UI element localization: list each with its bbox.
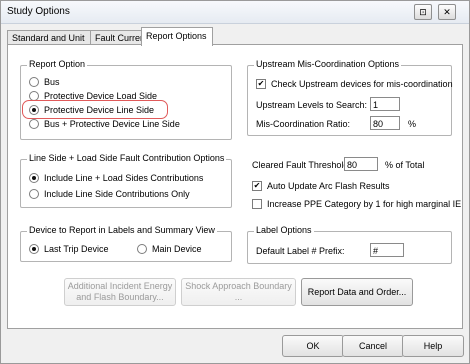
radio-label: Include Line Side Contributions Only (44, 189, 190, 199)
checkbox-indicator[interactable]: ✔ (252, 181, 262, 191)
radio-label: Bus (44, 77, 60, 87)
radio-label: Bus + Protective Device Line Side (44, 119, 180, 129)
report-option-legend: Report Option (27, 59, 88, 69)
report-options-panel: Report Option Bus Protective Device Load… (7, 44, 463, 329)
radio-bus[interactable]: Bus (29, 76, 60, 88)
device-report-legend: Device to Report in Labels and Summary V… (27, 225, 217, 235)
label-options-legend: Label Options (254, 225, 314, 235)
upstream-levels-label: Upstream Levels to Search: (256, 100, 368, 110)
radio-line-side-only[interactable]: Include Line Side Contributions Only (29, 188, 190, 200)
checkbox-label: Increase PPE Category by 1 for high marg… (267, 199, 462, 209)
fault-threshold-unit: % of Total (385, 160, 425, 170)
upstream-group: Upstream Mis-Coordination Options ✔ Chec… (247, 59, 453, 136)
radio-indicator[interactable] (29, 77, 39, 87)
radio-indicator[interactable] (29, 189, 39, 199)
label-options-group: Label Options Default Label # Prefix: # (247, 225, 452, 264)
report-data-and-order-button[interactable]: Report Data and Order... (301, 278, 413, 306)
fault-threshold-label: Cleared Fault Threshold: (252, 160, 351, 170)
checkbox-label: Auto Update Arc Flash Results (267, 181, 390, 191)
label-prefix-label: Default Label # Prefix: (256, 246, 345, 256)
radio-indicator[interactable] (29, 244, 39, 254)
help-icon[interactable]: ⊡ (414, 4, 432, 20)
radio-main-device[interactable]: Main Device (137, 243, 202, 255)
radio-indicator[interactable] (137, 244, 147, 254)
fault-threshold-input[interactable]: 80 (344, 157, 378, 171)
auto-update-checkbox[interactable]: ✔ Auto Update Arc Flash Results (252, 180, 390, 192)
additional-incident-energy-button[interactable]: Additional Incident Energy and Flash Bou… (64, 278, 176, 306)
radio-indicator[interactable] (29, 119, 39, 129)
device-report-group: Device to Report in Labels and Summary V… (20, 225, 232, 262)
close-icon[interactable]: ✕ (438, 4, 456, 20)
ratio-unit-label: % (408, 119, 417, 129)
radio-line-load-contributions[interactable]: Include Line + Load Sides Contributions (29, 172, 203, 184)
checkbox-indicator[interactable]: ✔ (256, 79, 266, 89)
window-title: Study Options (7, 6, 70, 17)
mis-coordination-ratio-input[interactable]: 80 (370, 116, 400, 130)
contribution-options-group: Line Side + Load Side Fault Contribution… (20, 153, 232, 208)
tab-report-options[interactable]: Report Options (141, 27, 213, 46)
checkbox-label: Check Upstream devices for mis-coordinat… (271, 79, 453, 89)
dialog-button-bar: OK Cancel Help (1, 331, 469, 363)
shock-approach-boundary-button[interactable]: Shock Approach Boundary ... (181, 278, 296, 306)
radio-bus-plus-pd-line-side[interactable]: Bus + Protective Device Line Side (29, 118, 180, 130)
contribution-legend: Line Side + Load Side Fault Contribution… (27, 153, 227, 163)
radio-label: Main Device (152, 244, 202, 254)
check-upstream-checkbox[interactable]: ✔ Check Upstream devices for mis-coordin… (256, 78, 453, 90)
upstream-legend: Upstream Mis-Coordination Options (254, 59, 402, 69)
radio-label: Last Trip Device (44, 244, 109, 254)
mis-coordination-ratio-label: Mis-Coordination Ratio: (256, 119, 351, 129)
title-bar: Study Options ⊡ ✕ (1, 1, 469, 24)
radio-last-trip-device[interactable]: Last Trip Device (29, 243, 109, 255)
checkbox-indicator[interactable] (252, 199, 262, 209)
radio-label: Include Line + Load Sides Contributions (44, 173, 204, 183)
cancel-button[interactable]: Cancel (342, 335, 404, 357)
study-options-window: Study Options ⊡ ✕ Standard and Unit Faul… (0, 0, 470, 364)
radio-indicator[interactable] (29, 173, 39, 183)
upstream-levels-input[interactable]: 1 (370, 97, 400, 111)
help-button[interactable]: Help (402, 335, 464, 357)
tab-standard-and-unit[interactable]: Standard and Unit (7, 30, 92, 45)
label-prefix-input[interactable]: # (370, 243, 404, 257)
ok-button[interactable]: OK (282, 335, 344, 357)
report-option-group: Report Option Bus Protective Device Load… (20, 59, 232, 140)
increase-ppe-checkbox[interactable]: Increase PPE Category by 1 for high marg… (252, 198, 461, 210)
selection-highlight (22, 100, 168, 119)
